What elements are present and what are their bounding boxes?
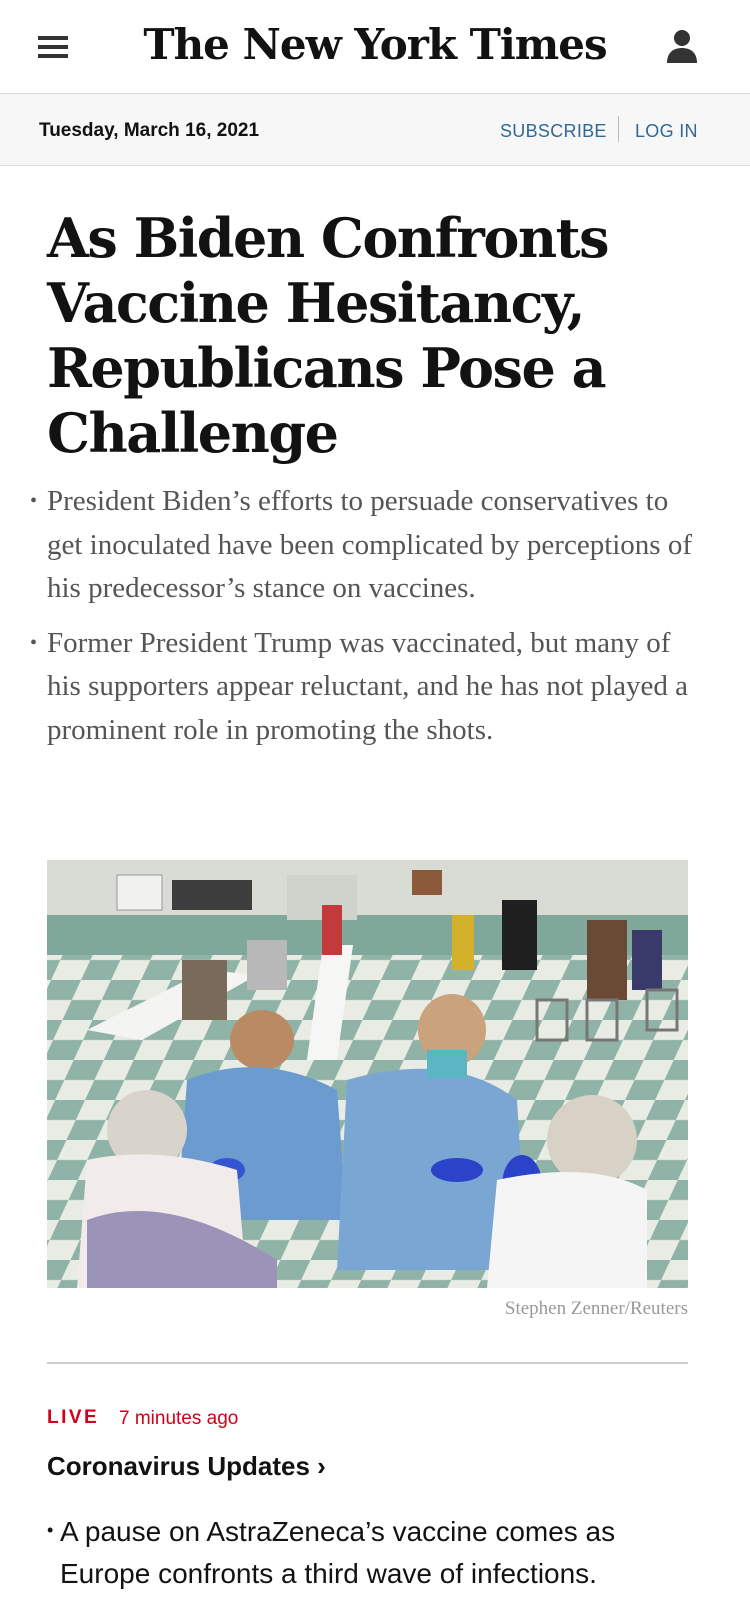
live-bullet-item[interactable]: • A pause on AstraZeneca’s vaccine comes… xyxy=(47,1511,707,1595)
bullet-icon: • xyxy=(30,490,38,512)
current-date: Tuesday, March 16, 2021 xyxy=(39,120,260,141)
article-headline[interactable]: As Biden Confronts Vaccine Hesitancy, Re… xyxy=(47,206,687,466)
live-updates-link[interactable]: Coronavirus Updates › xyxy=(47,1451,326,1482)
live-timestamp: 7 minutes ago xyxy=(119,1408,239,1429)
summary-item: • President Biden’s efforts to persuade … xyxy=(30,480,710,611)
live-bullet-text: A pause on AstraZeneca’s vaccine comes a… xyxy=(60,1516,616,1589)
date-bar: Tuesday, March 16, 2021 SUBSCRIBE LOG IN xyxy=(0,94,750,166)
live-badge: LIVE xyxy=(47,1407,100,1428)
link-divider xyxy=(618,116,619,142)
login-link[interactable]: LOG IN xyxy=(635,121,698,142)
nyt-logo[interactable]: The New York Times xyxy=(0,20,750,69)
summary-text: Former President Trump was vaccinated, b… xyxy=(47,626,689,746)
bullet-icon: • xyxy=(30,631,38,654)
live-bullets-list: • A pause on AstraZeneca’s vaccine comes… xyxy=(47,1511,707,1595)
article-photo[interactable] xyxy=(47,860,688,1288)
account-person-icon[interactable] xyxy=(666,28,698,66)
photo-credit: Stephen Zenner/Reuters xyxy=(504,1298,688,1319)
section-divider xyxy=(47,1362,688,1364)
subscribe-link[interactable]: SUBSCRIBE xyxy=(500,121,607,142)
summary-text: President Biden’s efforts to persuade co… xyxy=(47,485,692,604)
vaccination-scene-image xyxy=(47,860,688,1288)
summary-item: • Former President Trump was vaccinated,… xyxy=(30,622,710,753)
article-summary-list: • President Biden’s efforts to persuade … xyxy=(30,480,710,763)
masthead: The New York Times xyxy=(0,0,750,94)
bullet-icon: • xyxy=(47,1520,54,1540)
